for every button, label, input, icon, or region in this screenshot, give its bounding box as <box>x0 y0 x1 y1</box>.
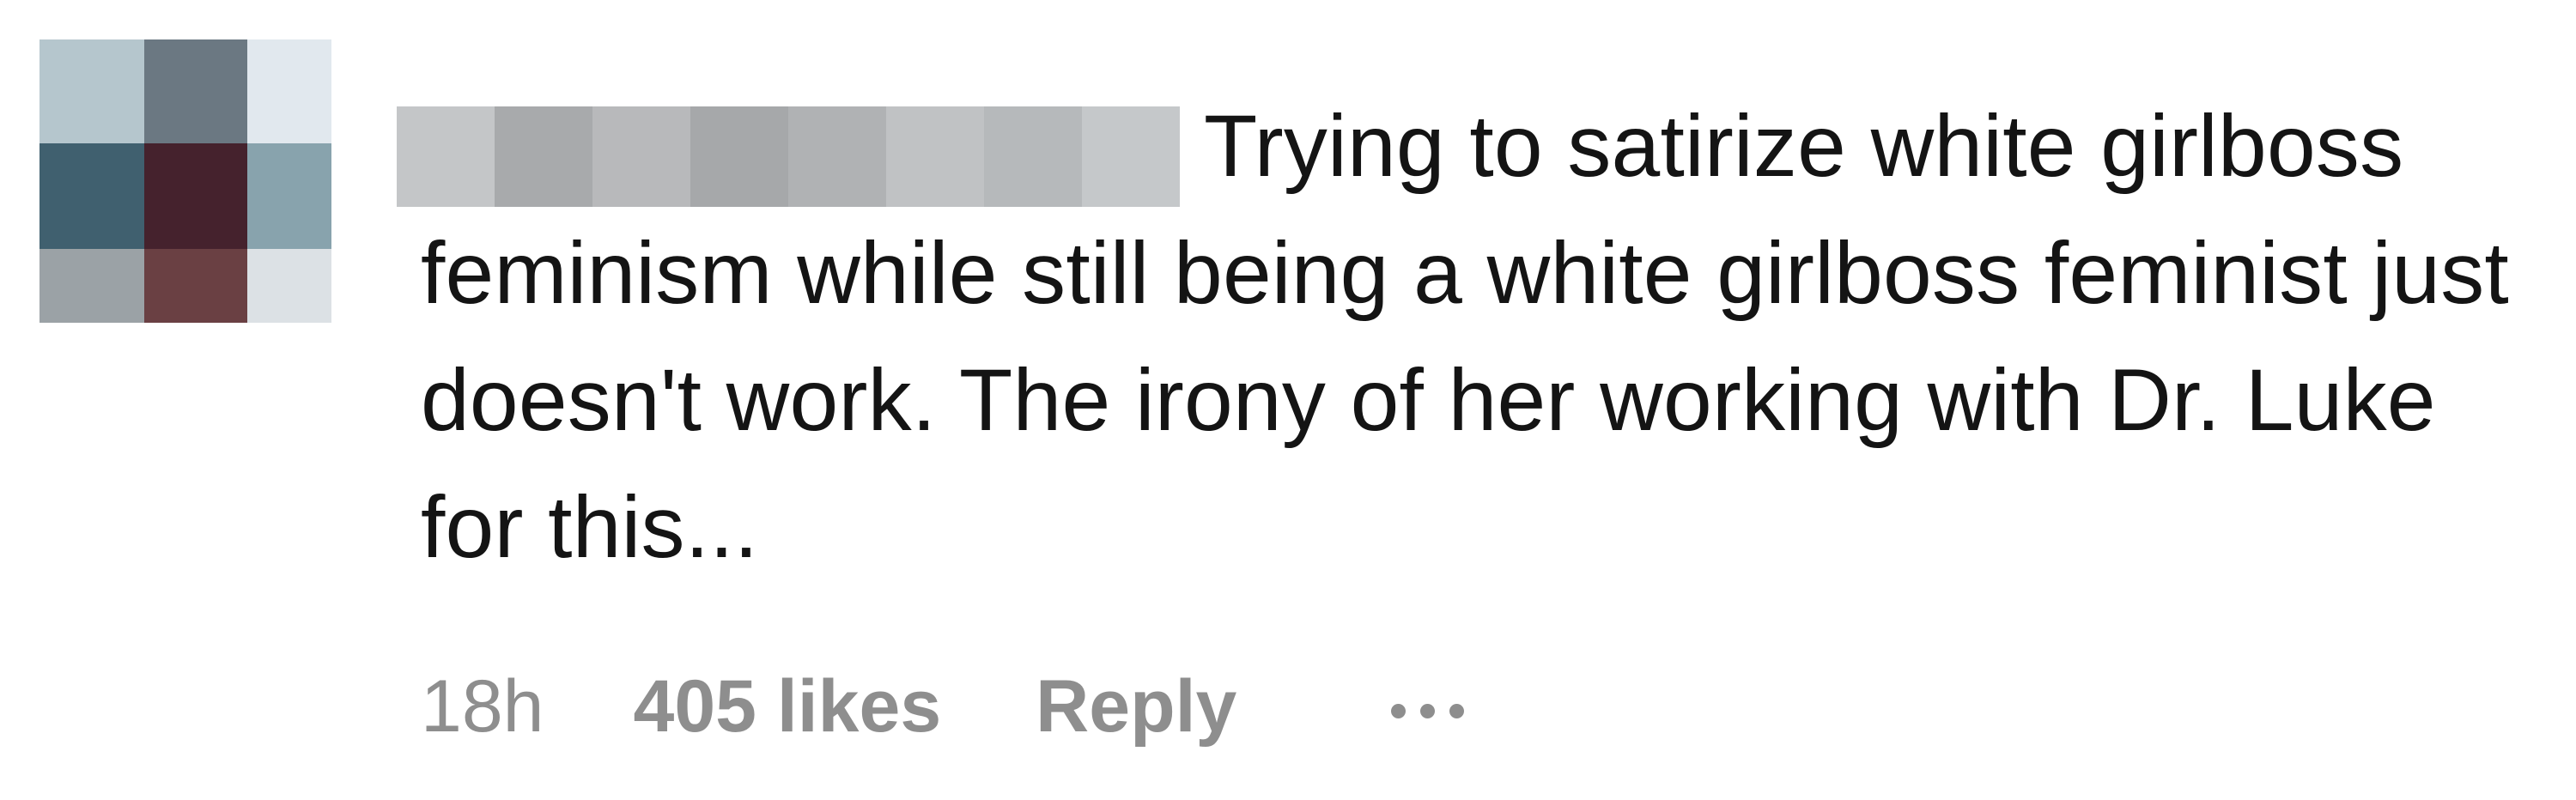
avatar-pixel <box>39 249 144 323</box>
reply-button[interactable]: Reply <box>1036 664 1236 749</box>
comment-meta: 18h 405 likes Reply <box>421 659 1465 754</box>
avatar-pixel <box>247 249 331 323</box>
ellipsis-dot <box>1449 703 1465 718</box>
username-pixel <box>495 106 592 207</box>
avatar-pixel <box>247 39 331 143</box>
username-pixel <box>592 106 690 207</box>
comment-body: Trying to satirize white girlboss femini… <box>397 82 2516 591</box>
username-pixel <box>984 106 1082 207</box>
ellipsis-icon[interactable] <box>1391 695 1465 718</box>
username-pixel <box>1082 106 1180 207</box>
avatar-pixel <box>144 249 247 323</box>
username-pixel <box>397 106 495 207</box>
username-censored[interactable] <box>397 106 1180 207</box>
avatar-pixel <box>144 143 247 249</box>
comment: Trying to satirize white girlboss femini… <box>0 0 2576 800</box>
username-pixel <box>690 106 788 207</box>
username-pixel <box>788 106 886 207</box>
avatar-pixel <box>39 39 144 143</box>
avatar-pixel <box>144 39 247 143</box>
avatar-pixel <box>247 143 331 249</box>
avatar[interactable] <box>39 39 331 323</box>
timestamp: 18h <box>421 664 544 748</box>
ellipsis-dot <box>1420 703 1436 718</box>
username-pixel <box>886 106 984 207</box>
avatar-pixel <box>39 143 144 249</box>
ellipsis-dot <box>1391 703 1406 718</box>
likes-count[interactable]: 405 likes <box>634 664 942 749</box>
